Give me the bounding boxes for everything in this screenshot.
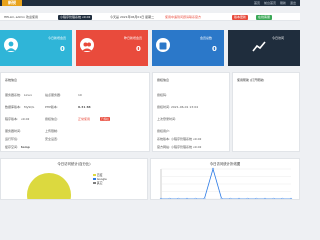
license-tag: 已授权 <box>100 117 110 121</box>
data-point <box>168 197 171 199</box>
nav-logout-link[interactable]: 退出 <box>290 0 296 6</box>
chart-icon <box>252 38 266 52</box>
info-row: 缓存空间: temp <box>5 145 30 149</box>
notice-bar: HELLO, admin 欢迎使用 小程序管理系统 v9.02 今天是 2021… <box>0 13 300 21</box>
help-panel: 使用帮助 (打开帮助) <box>232 72 300 152</box>
stat-card-visits[interactable]: 今日访问 <box>228 30 300 66</box>
update-button[interactable]: 版本更新 <box>232 14 249 20</box>
info-row: 运行环境: 安全设置: <box>5 137 59 141</box>
support-button[interactable]: 在线客服 <box>256 14 273 20</box>
info-row: 数据库版本: MySQL PHP版本: 8.31 88 <box>5 105 91 109</box>
data-point <box>203 197 206 199</box>
pie-legend: 百度 Google 其它 <box>93 173 107 185</box>
top-navbar: 新锐 首页 前台首页 刷新 退出 <box>0 0 300 6</box>
data-point <box>246 197 249 199</box>
pie-chart-panel: 今日访问统计(百分比) 百度 Google 其它 <box>0 158 148 200</box>
data-point <box>220 197 223 199</box>
stat-card-total-members[interactable]: 会员总数 0 <box>152 30 224 66</box>
data-point <box>177 197 180 199</box>
date-text: 今天是 2021年06月01日 星期二 <box>110 15 155 19</box>
top-nav-links: 首页 前台首页 刷新 退出 <box>254 0 296 6</box>
stat-card-today-members[interactable]: 今日新增会员 0 <box>0 30 72 66</box>
greeting-text: HELLO, admin 欢迎使用 <box>4 15 39 19</box>
panel-title: 授权信息 <box>157 78 170 82</box>
license-info-panel: 授权信息 授权码: 授权时间: 2021-06-01 13:04 上次登录时间:… <box>152 72 230 152</box>
data-point <box>272 197 275 199</box>
stat-value: 0 <box>212 45 217 53</box>
info-row: 服务器系统: Linux 站点服务器: 10 <box>5 93 82 97</box>
data-point <box>159 197 163 199</box>
data-point <box>229 197 232 199</box>
pie-slice-百度 <box>27 173 71 199</box>
stat-cards: 今日新增会员 0 昨日新增会员 0 会员总数 0 今日访问 <box>0 30 300 66</box>
data-point <box>194 197 197 199</box>
user-group-icon <box>80 38 94 52</box>
data-point <box>289 197 293 199</box>
legend-item: 其它 <box>93 181 107 185</box>
stat-value: 0 <box>60 45 65 53</box>
info-row: 官方网站: 小程序管理系统 v9.02 <box>157 145 202 149</box>
info-row: 授权用户: <box>157 129 171 133</box>
data-point <box>263 197 267 199</box>
line-chart-panel: 今日访问统计折线图 <box>150 158 300 200</box>
nav-home-link[interactable]: 首页 <box>254 0 260 6</box>
nav-refresh-link[interactable]: 刷新 <box>280 0 286 6</box>
support-link[interactable]: 使用中遇到问题请联系官方 <box>165 13 201 21</box>
stat-card-yesterday-members[interactable]: 昨日新增会员 0 <box>76 30 148 66</box>
data-point <box>281 197 284 199</box>
stat-label: 今日新增会员 <box>48 36 67 40</box>
system-info-panel: 系统信息 服务器系统: Linux 站点服务器: 10 数据库版本: MySQL PH… <box>0 72 150 152</box>
app-logo[interactable]: 新锐 <box>2 0 22 6</box>
stat-value: 0 <box>136 45 141 53</box>
info-row: 系统版本: 小程序管理系统 v9.02 <box>157 137 202 141</box>
stat-label: 昨日新增会员 <box>124 36 143 40</box>
data-point <box>185 197 189 199</box>
pie-chart <box>27 173 71 199</box>
info-row: 授权码: <box>157 93 168 97</box>
data-point <box>255 197 258 199</box>
panel-title: 系统信息 <box>5 78 18 82</box>
info-row: 程序版本: v9.02 授权信息: 正常使用 已授权 <box>5 117 110 121</box>
line-chart <box>159 167 293 199</box>
users-icon <box>156 38 170 52</box>
help-link[interactable]: 使用帮助 (打开帮助) <box>237 78 264 82</box>
info-row: 授权时间: 2021-06-01 13:04 <box>157 105 199 109</box>
data-point <box>237 197 241 199</box>
version-pill: 小程序管理系统 v9.02 <box>58 14 93 20</box>
stat-label: 会员总数 <box>200 36 213 40</box>
nav-frontend-link[interactable]: 前台首页 <box>264 0 276 6</box>
user-icon <box>4 38 18 52</box>
info-row: 服务器时间: 上传限制: <box>5 129 59 133</box>
stat-label: 今日访问 <box>272 36 285 40</box>
data-point <box>211 167 215 171</box>
info-row: 上次登录时间: <box>157 117 177 121</box>
